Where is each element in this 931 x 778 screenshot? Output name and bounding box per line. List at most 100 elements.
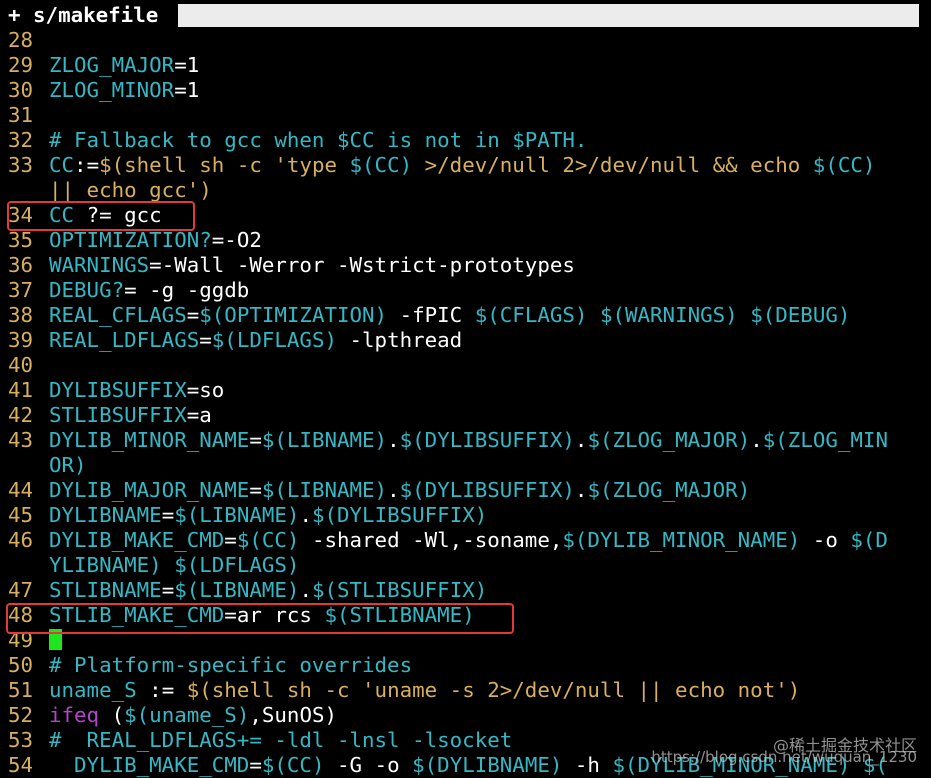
code-line[interactable]: 52 ifeq ($(uname_S),SunOS) <box>0 703 931 728</box>
line-code: DYLIB_MAKE_CMD=$(CC) -shared -Wl,-soname… <box>49 528 888 553</box>
code-token: =so <box>186 378 225 402</box>
code-token: $(shell sh -c 'uname -s 2>/dev/null || e… <box>186 678 801 702</box>
line-number: 29 <box>8 53 34 77</box>
code-token: STLIB_MAKE_CMD <box>49 603 225 627</box>
code-token: # REAL_LDFLAGS+= -ldl -lnsl -lsocket <box>49 728 513 752</box>
code-line[interactable]: 43 DYLIB_MINOR_NAME=$(LIBNAME).$(DYLIBSUF… <box>0 428 931 453</box>
code-token: ( <box>99 703 125 727</box>
code-token: $(LIBNAME) <box>261 428 388 452</box>
code-line[interactable]: 33 CC:=$(shell sh -c 'type $(CC) >/dev/nu… <box>0 153 931 178</box>
code-line[interactable]: 32 # Fallback to gcc when $CC is not in $… <box>0 128 931 153</box>
code-line[interactable]: 30 ZLOG_MINOR=1 <box>0 78 931 103</box>
line-number: 51 <box>8 678 34 702</box>
code-token: >/dev/null 2>/dev/null && echo <box>412 153 813 177</box>
code-line[interactable]: 44 DYLIB_MAJOR_NAME=$(LIBNAME).$(DYLIBSUF… <box>0 478 931 503</box>
code-token: || echo gcc') <box>49 178 212 202</box>
code-token: $(OPTIMIZATION) <box>199 303 388 327</box>
code-token: CC <box>49 153 75 177</box>
line-code: WARNINGS=-Wall -Werror -Wstrict-prototyp… <box>49 253 575 278</box>
code-line[interactable]: 37 DEBUG?= -g -ggdb <box>0 278 931 303</box>
code-token: $(LIBNAME) <box>174 503 300 527</box>
code-token: DYLIBSUFFIX <box>49 378 187 402</box>
line-number: 39 <box>8 328 34 352</box>
line-number: 37 <box>8 278 34 302</box>
tab-makefile[interactable]: + s/makefile <box>8 3 158 28</box>
tab-bar: + s/makefile <box>0 0 931 28</box>
code-token: $(CC) <box>261 753 325 777</box>
code-line[interactable]: 29 ZLOG_MAJOR=1 <box>0 53 931 78</box>
line-number: 49 <box>8 628 34 652</box>
code-editor[interactable]: 28 29 ZLOG_MAJOR=1 30 ZLOG_MINOR=1 31 32 # Fall… <box>0 28 931 778</box>
code-line[interactable]: 50 # Platform-specific overrides <box>0 653 931 678</box>
code-token: $(uname_S) <box>124 703 250 727</box>
code-line[interactable]: 40 <box>0 353 931 378</box>
line-number: 30 <box>8 78 34 102</box>
code-token: $(DYLIBSUFFIX) <box>311 503 488 527</box>
code-line[interactable]: 42 STLIBSUFFIX=a <box>0 403 931 428</box>
line-code: CC ?= gcc <box>49 203 162 228</box>
code-token: DYLIB_MINOR_NAME <box>49 428 250 452</box>
code-line-wrap[interactable]: || echo gcc') <box>0 178 931 203</box>
code-token: = <box>249 428 262 452</box>
code-line[interactable]: 46 DYLIB_MAKE_CMD=$(CC) -shared -Wl,-sona… <box>0 528 931 553</box>
code-line[interactable]: 41 DYLIBSUFFIX=so <box>0 378 931 403</box>
code-token: . <box>387 478 400 502</box>
tab-bar-fill <box>178 4 919 27</box>
code-line[interactable]: 34 CC ?= gcc <box>0 203 931 228</box>
code-token: =1 <box>174 53 200 77</box>
code-token: $(DEBUG) <box>750 303 851 327</box>
code-token: =1 <box>174 78 200 102</box>
line-number: 28 <box>8 28 34 52</box>
code-token: $(LIBNAME) <box>261 478 388 502</box>
code-token: -G -o <box>324 753 413 777</box>
code-token: . <box>750 428 763 452</box>
code-token: = <box>186 303 200 327</box>
code-token: $(ZLOG_MIN <box>762 428 888 452</box>
code-line[interactable]: 47 STLIBNAME=$(LIBNAME).$(STLIBSUFFIX) <box>0 578 931 603</box>
code-line-wrap[interactable]: OR) <box>0 453 931 478</box>
code-token: DEBUG? <box>49 278 125 302</box>
code-token: $(DYLIBSUFFIX) <box>399 478 575 502</box>
line-code: ZLOG_MINOR=1 <box>49 78 199 103</box>
code-line[interactable]: 49 <box>0 628 931 653</box>
code-line[interactable]: 35 OPTIMIZATION?=-O2 <box>0 228 931 253</box>
code-line[interactable]: 48 STLIB_MAKE_CMD=ar rcs $(STLIBNAME) <box>0 603 931 628</box>
code-token: -o <box>800 528 851 552</box>
line-number: 40 <box>8 353 34 377</box>
code-token: = <box>161 503 175 527</box>
code-line[interactable]: 51 uname_S := $(shell sh -c 'uname -s 2>/… <box>0 678 931 703</box>
code-token: OPTIMIZATION? <box>49 228 212 252</box>
code-token: STLIBSUFFIX <box>49 403 187 427</box>
code-token: $(CC) <box>349 153 413 177</box>
code-token: REAL_LDFLAGS <box>49 328 200 352</box>
line-number: 38 <box>8 303 34 327</box>
line-code: CC:=$(shell sh -c 'type $(CC) >/dev/null… <box>49 153 875 178</box>
code-line[interactable]: 36 WARNINGS=-Wall -Werror -Wstrict-protot… <box>0 253 931 278</box>
line-code <box>49 628 62 653</box>
code-token: := <box>136 678 187 702</box>
line-code: REAL_CFLAGS=$(OPTIMIZATION) -fPIC $(CFLA… <box>49 303 850 328</box>
code-line-wrap[interactable]: YLIBNAME) $(LDFLAGS) <box>0 553 931 578</box>
code-token: # Platform-specific overrides <box>49 653 413 677</box>
code-token: =ar rcs <box>224 603 325 627</box>
line-code: # Platform-specific overrides <box>49 653 412 678</box>
code-token: OR) <box>49 453 87 477</box>
code-token: DYLIB_MAJOR_NAME <box>49 478 250 502</box>
line-code: # REAL_LDFLAGS+= -ldl -lnsl -lsocket <box>49 728 512 753</box>
line-code: DYLIB_MAJOR_NAME=$(LIBNAME).$(DYLIBSUFFI… <box>49 478 750 503</box>
line-number: 45 <box>8 503 34 527</box>
line-code: || echo gcc') <box>49 178 212 203</box>
code-line[interactable]: 28 <box>0 28 931 53</box>
code-token: ZLOG_MINOR <box>49 78 175 102</box>
code-line[interactable]: 38 REAL_CFLAGS=$(OPTIMIZATION) -fPIC $(CF… <box>0 303 931 328</box>
line-number: 46 <box>8 528 34 552</box>
code-line[interactable]: 45 DYLIBNAME=$(LIBNAME).$(DYLIBSUFFIX) <box>0 503 931 528</box>
code-line[interactable]: 39 REAL_LDFLAGS=$(LDFLAGS) -lpthread <box>0 328 931 353</box>
code-token: = <box>249 478 262 502</box>
line-code: ifeq ($(uname_S),SunOS) <box>49 703 337 728</box>
line-number: 52 <box>8 703 34 727</box>
code-token: $(CFLAGS) <box>474 303 588 327</box>
code-token: $(D <box>850 528 888 552</box>
code-line[interactable]: 31 <box>0 103 931 128</box>
